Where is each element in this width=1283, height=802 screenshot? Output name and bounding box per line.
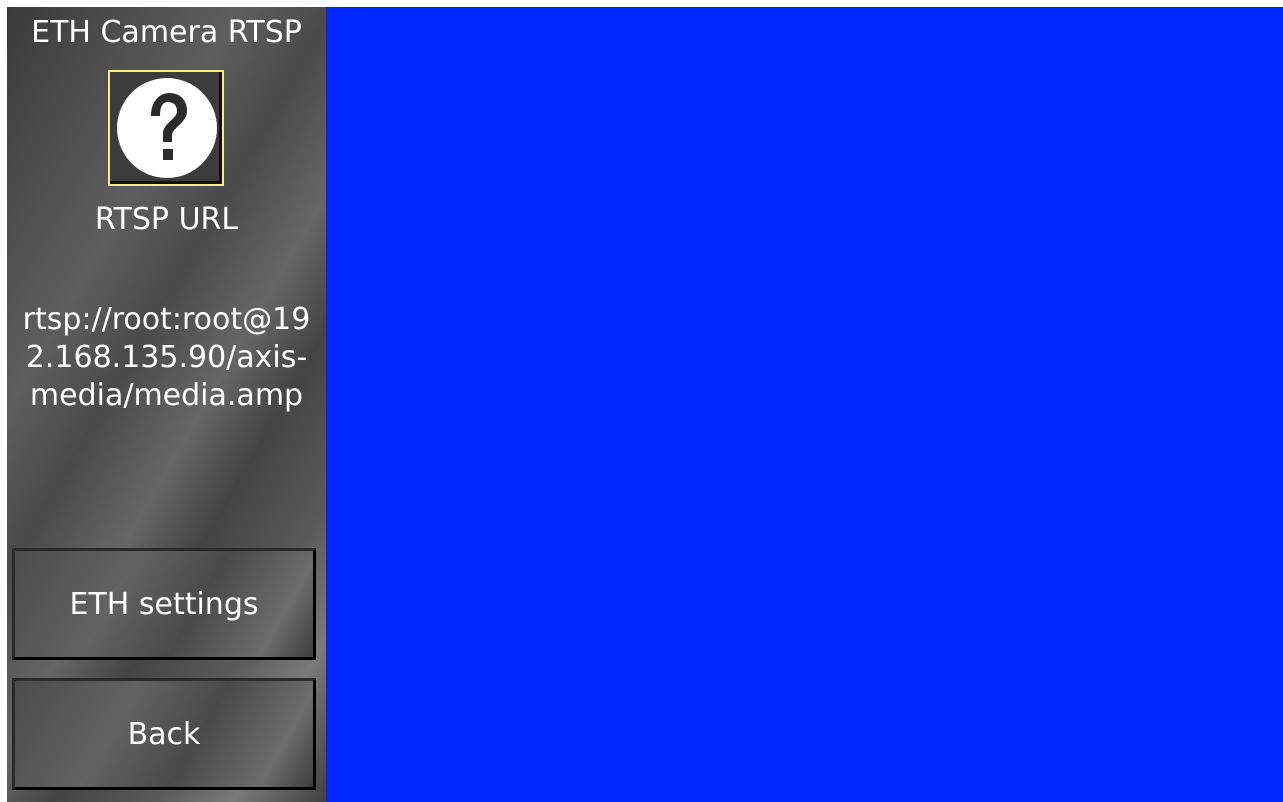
sidebar: ETH Camera RTSP RTSP URL rtsp://root:roo… <box>7 7 326 802</box>
unknown-source-button[interactable] <box>108 70 224 186</box>
back-button[interactable]: Back <box>12 678 316 790</box>
page-title: ETH Camera RTSP <box>31 15 302 50</box>
screen: ETH Camera RTSP RTSP URL rtsp://root:roo… <box>7 7 1283 802</box>
question-icon <box>117 78 217 178</box>
rtsp-url-label: RTSP URL <box>94 202 239 237</box>
rtsp-url-value: rtsp://root:root@192.168.135.90/axis-med… <box>22 302 311 413</box>
eth-settings-button[interactable]: ETH settings <box>12 548 316 660</box>
camera-video-area <box>326 7 1283 802</box>
